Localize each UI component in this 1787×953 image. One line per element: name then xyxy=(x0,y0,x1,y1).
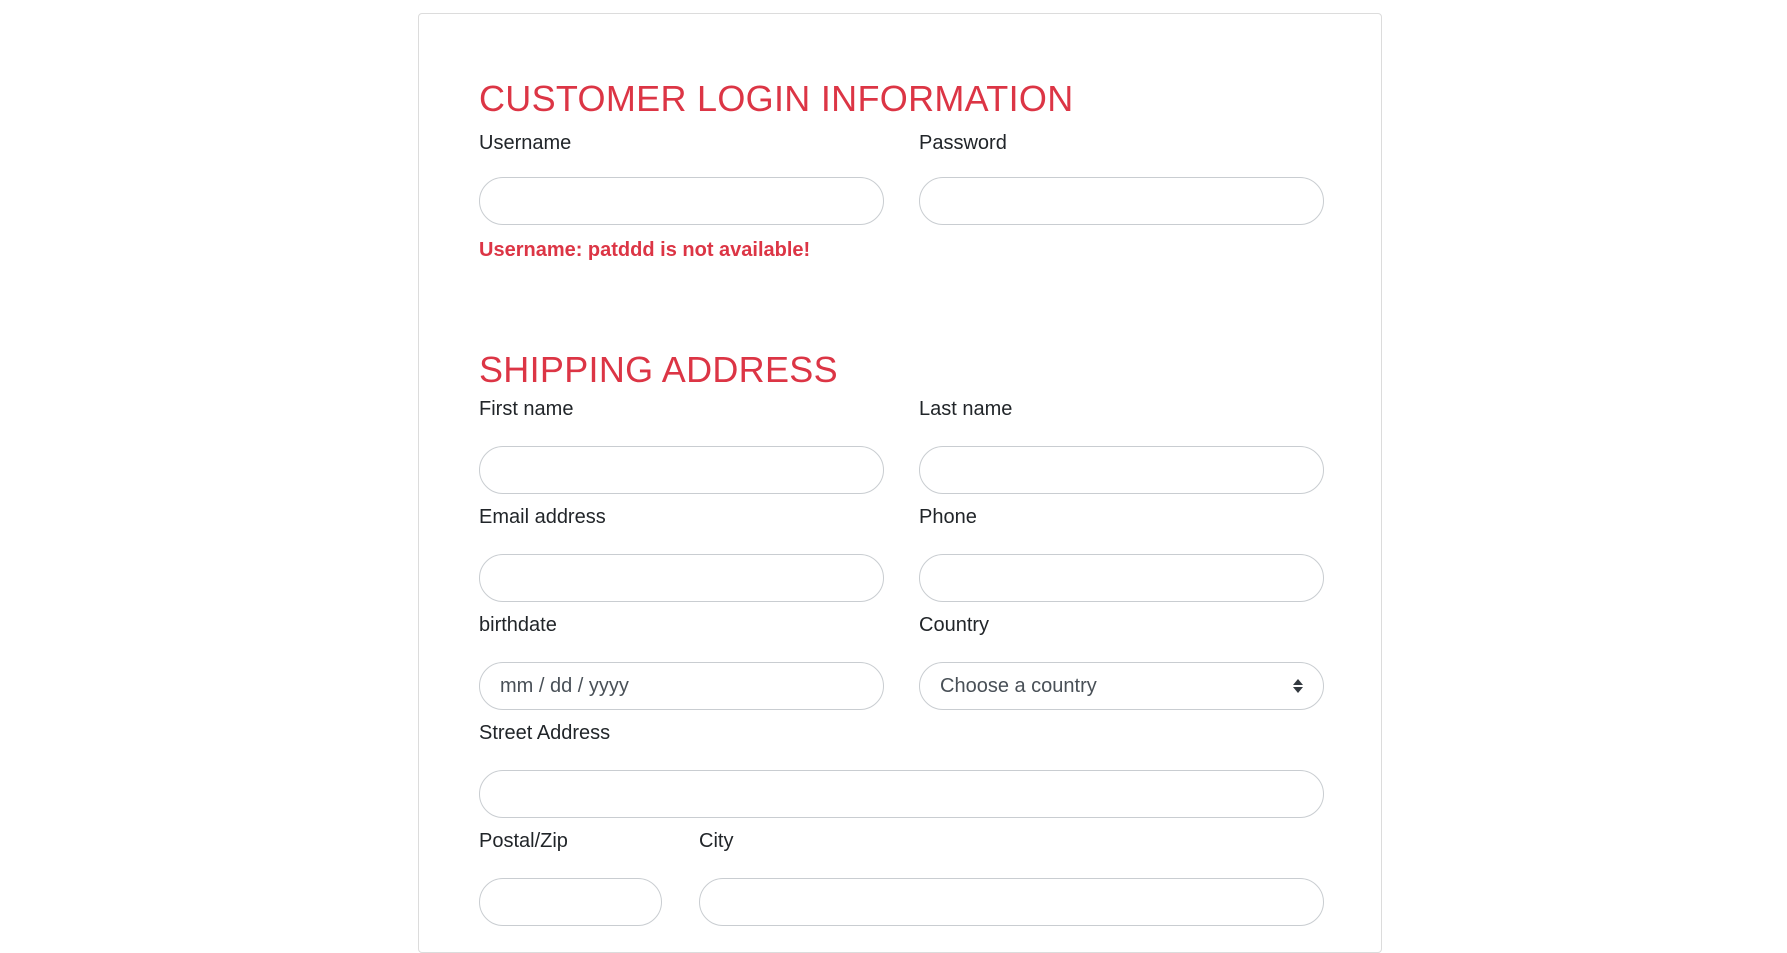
email-label: Email address xyxy=(479,506,606,528)
birthdate-label: birthdate xyxy=(479,614,557,636)
country-label: Country xyxy=(919,614,990,636)
form-card: CUSTOMER LOGIN INFORMATION Username Pass… xyxy=(418,13,1382,953)
city-input[interactable] xyxy=(699,878,1324,926)
username-error-message: Username: patddd is not available! xyxy=(479,239,811,261)
birthdate-input[interactable] xyxy=(479,662,884,710)
city-label: City xyxy=(699,830,734,852)
last-name-label: Last name xyxy=(919,398,1013,420)
shipping-section-title: SHIPPING ADDRESS xyxy=(479,349,838,390)
postal-zip-label: Postal/Zip xyxy=(479,830,568,852)
country-selected-value: Choose a country xyxy=(940,674,1097,697)
street-address-label: Street Address xyxy=(479,722,611,744)
phone-label: Phone xyxy=(919,506,977,528)
first-name-input[interactable] xyxy=(479,446,884,494)
username-input[interactable] xyxy=(479,177,884,225)
street-address-input[interactable] xyxy=(479,770,1324,818)
last-name-input[interactable] xyxy=(919,446,1324,494)
email-input[interactable] xyxy=(479,554,884,602)
postal-zip-input[interactable] xyxy=(479,878,662,926)
sort-arrows-icon xyxy=(1293,679,1303,693)
country-select[interactable]: Choose a country xyxy=(919,662,1324,710)
password-input[interactable] xyxy=(919,177,1324,225)
login-section-title: CUSTOMER LOGIN INFORMATION xyxy=(479,78,1074,119)
first-name-label: First name xyxy=(479,398,574,420)
phone-input[interactable] xyxy=(919,554,1324,602)
username-label: Username xyxy=(479,132,572,154)
password-label: Password xyxy=(919,132,1007,154)
